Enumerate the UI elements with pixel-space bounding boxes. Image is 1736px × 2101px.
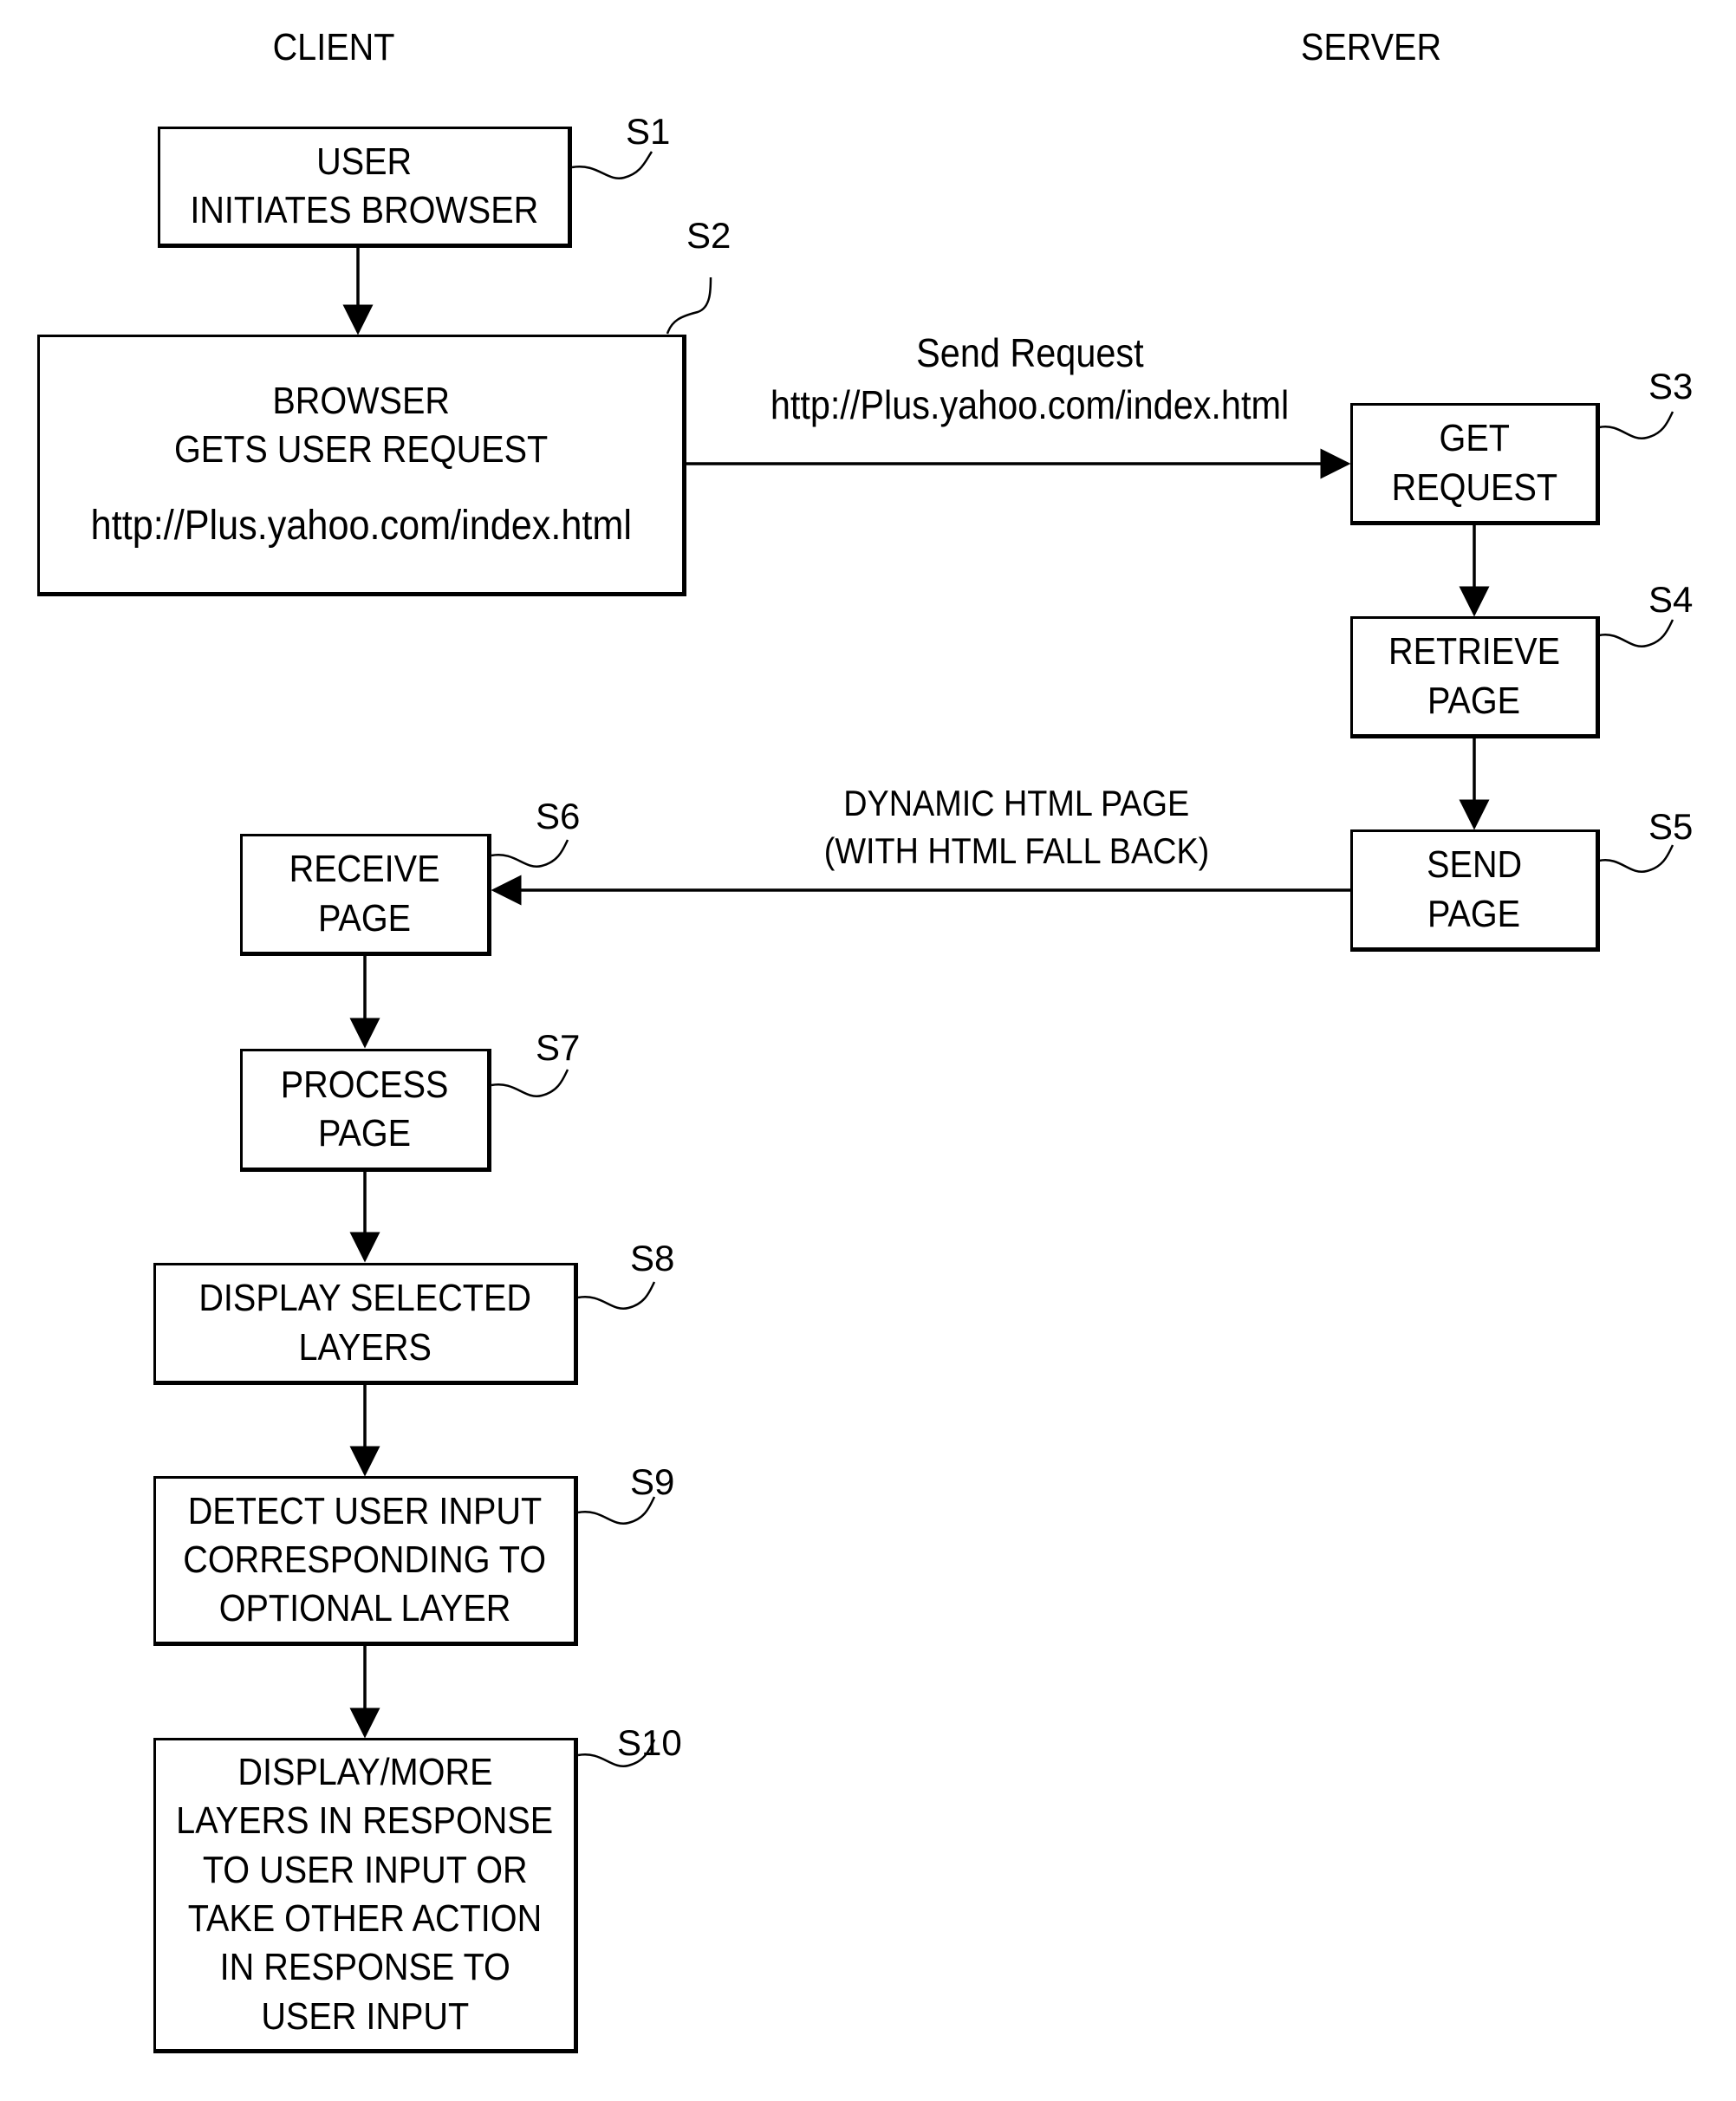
step-s1-line: USER xyxy=(315,140,413,183)
step-s10-line: TO USER INPUT OR xyxy=(202,1848,528,1891)
step-s2-line: BROWSER xyxy=(272,379,450,422)
step-s7-ref: S7 xyxy=(536,1027,581,1068)
step-s7-box: PROCESS PAGE xyxy=(240,1049,491,1172)
step-s10-line: USER INPUT xyxy=(261,1994,469,2038)
dynamic-page-title: DYNAMIC HTML PAGE xyxy=(843,783,1190,823)
step-s1-box: USER INITIATES BROWSER xyxy=(158,127,572,248)
step-s10-line: IN RESPONSE TO xyxy=(219,1946,510,1989)
step-s8-line: DISPLAY SELECTED xyxy=(198,1277,531,1320)
step-s3-ref: S3 xyxy=(1648,366,1694,407)
step-s3-line: GET xyxy=(1439,417,1510,460)
step-s1-ref: S1 xyxy=(626,111,671,152)
step-s4-line: PAGE xyxy=(1427,679,1521,722)
step-s4-box: RETRIEVE PAGE xyxy=(1350,616,1600,738)
step-s9-ref: S9 xyxy=(630,1461,675,1502)
leader-s3 xyxy=(1598,411,1674,439)
dynamic-page-subtitle: (WITH HTML FALL BACK) xyxy=(823,829,1210,871)
step-s10-box: DISPLAY/MORE LAYERS IN RESPONSE TO USER … xyxy=(153,1738,578,2053)
step-s2-line: GETS USER REQUEST xyxy=(173,428,549,472)
step-s9-line: DETECT USER INPUT xyxy=(187,1489,543,1532)
step-s8-ref: S8 xyxy=(630,1238,675,1278)
server-column-header: SERVER xyxy=(1300,26,1442,68)
step-s2-ref: S2 xyxy=(686,215,731,256)
leader-s7 xyxy=(491,1069,569,1097)
step-s3-box: GET REQUEST xyxy=(1350,403,1600,525)
step-s3-line: REQUEST xyxy=(1391,465,1557,509)
step-s9-line: CORRESPONDING TO xyxy=(183,1538,547,1581)
step-s5-line: SEND xyxy=(1426,843,1523,887)
step-s5-line: PAGE xyxy=(1427,892,1521,935)
step-s10-line: LAYERS IN RESPONSE xyxy=(176,1799,554,1843)
step-s1-line: INITIATES BROWSER xyxy=(190,189,538,231)
step-s5-ref: S5 xyxy=(1648,806,1694,847)
step-s9-box: DETECT USER INPUT CORRESPONDING TO OPTIO… xyxy=(153,1476,578,1646)
step-s4-line: RETRIEVE xyxy=(1388,630,1561,673)
step-s8-line: LAYERS xyxy=(298,1325,432,1369)
step-s6-line: RECEIVE xyxy=(289,848,440,891)
client-column-header: CLIENT xyxy=(272,26,395,68)
step-s10-line: TAKE OTHER ACTION xyxy=(187,1897,543,1940)
leader-s4 xyxy=(1598,619,1674,647)
leader-s1 xyxy=(571,151,653,179)
leader-s5 xyxy=(1598,844,1674,873)
step-s10-ref: S10 xyxy=(617,1722,682,1763)
step-s6-box: RECEIVE PAGE xyxy=(240,834,491,956)
leader-s6 xyxy=(491,839,569,868)
send-request-url: http://Plus.yahoo.com/index.html xyxy=(770,381,1290,427)
step-s5-box: SEND PAGE xyxy=(1350,829,1600,952)
step-s6-line: PAGE xyxy=(318,896,412,940)
step-s9-line: OPTIONAL LAYER xyxy=(218,1587,511,1630)
dynamic-page-label: DYNAMIC HTML PAGE (WITH HTML FALL BACK) xyxy=(803,780,1231,875)
step-s2-url: http://Plus.yahoo.com/index.html xyxy=(90,502,632,549)
send-request-label: Send Request http://Plus.yahoo.com/index… xyxy=(742,328,1318,432)
step-s7-line: PROCESS xyxy=(281,1063,449,1106)
step-s6-ref: S6 xyxy=(536,796,581,836)
step-s4-ref: S4 xyxy=(1648,579,1694,620)
leader-s2 xyxy=(666,276,712,335)
leader-s8 xyxy=(577,1281,656,1310)
step-s2-box: BROWSER GETS USER REQUEST http://Plus.ya… xyxy=(37,335,686,596)
step-s10-line: DISPLAY/MORE xyxy=(237,1751,493,1794)
step-s8-box: DISPLAY SELECTED LAYERS xyxy=(153,1263,578,1385)
step-s7-line: PAGE xyxy=(318,1112,412,1155)
send-request-title: Send Request xyxy=(915,330,1144,375)
